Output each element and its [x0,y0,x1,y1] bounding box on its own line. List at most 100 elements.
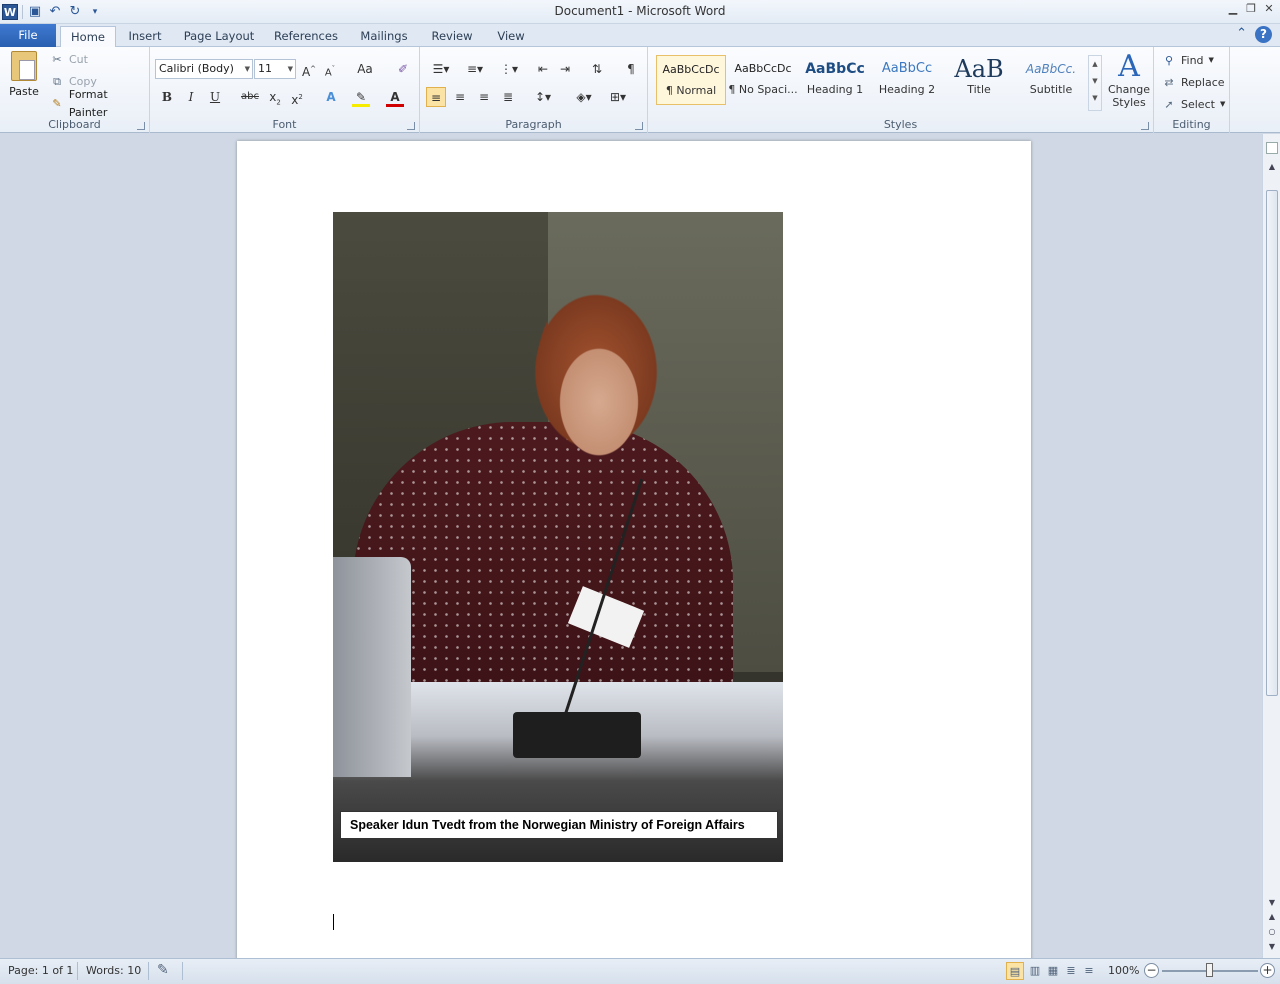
scroll-up-icon[interactable]: ▲ [1263,162,1280,171]
shading-icon[interactable]: ◈▾ [570,87,598,107]
tab-view[interactable]: View [490,26,532,47]
align-right-icon[interactable]: ≡ [474,87,494,107]
zoom-level[interactable]: 100% [1108,964,1139,977]
scroll-down-icon[interactable]: ▼ [1263,898,1280,907]
text-effects-icon[interactable]: A [322,87,340,107]
grow-font-icon[interactable]: A^ [300,59,318,79]
clipboard-group-label: Clipboard [48,118,101,131]
bold-button[interactable]: B [158,87,176,107]
change-styles-label-2: Styles [1112,96,1146,109]
chevron-down-icon: ▼ [1208,56,1214,64]
align-left-icon[interactable]: ≡ [426,87,446,107]
subscript-icon[interactable]: x2 [266,87,284,107]
minimize-icon[interactable]: ▁ [1226,2,1240,16]
format-painter-button[interactable]: ✎ Format Painter [50,88,149,119]
web-layout-icon[interactable]: ▦ [1044,962,1062,980]
font-launcher-icon[interactable] [407,122,415,130]
style-subtitle[interactable]: AaBbCc. Subtitle [1016,55,1086,105]
close-icon[interactable]: ✕ [1262,2,1276,16]
clipboard-launcher-icon[interactable] [137,122,145,130]
clear-formatting-icon[interactable]: ✐ [394,59,412,79]
more-styles-icon[interactable]: ▼ [1089,90,1101,107]
replace-button[interactable]: ⇄ Replace [1162,73,1224,91]
view-ruler-icon[interactable] [1266,142,1278,154]
photo-caption[interactable]: Speaker Idun Tvedt from the Norwegian Mi… [340,811,778,839]
full-screen-reading-icon[interactable]: ▥ [1026,962,1044,980]
styles-launcher-icon[interactable] [1141,122,1149,130]
paste-button[interactable]: Paste [6,51,42,98]
zoom-slider-thumb[interactable] [1206,963,1213,977]
align-center-icon[interactable]: ≡ [450,87,470,107]
status-divider [77,962,78,980]
numbering-icon[interactable]: ≡▾ [462,59,488,79]
style-heading-2[interactable]: AaBbCc Heading 2 [872,55,942,105]
tab-insert[interactable]: Insert [122,26,168,47]
restore-icon[interactable]: ❐ [1244,2,1258,16]
outline-icon[interactable]: ≣ [1062,962,1080,980]
chevron-up-icon[interactable]: ▲ [1089,56,1101,73]
increase-indent-icon[interactable]: ⇥ [556,59,574,79]
borders-icon[interactable]: ⊞▾ [604,87,632,107]
tab-page-layout[interactable]: Page Layout [180,26,258,47]
chevron-down-icon: ▼ [244,65,250,73]
status-bar: Page: 1 of 1 Words: 10 ✎ ▤ ▥ ▦ ≣ ≡ 100% … [0,958,1280,984]
tab-review[interactable]: Review [426,26,478,47]
document-area[interactable]: Speaker Idun Tvedt from the Norwegian Mi… [0,134,1262,958]
previous-page-icon[interactable]: ▲ [1263,912,1280,921]
font-name-select[interactable]: Calibri (Body) ▼ [155,59,253,79]
vertical-scrollbar[interactable]: ▲ ▼ ▲ ○ ▼ [1262,134,1280,958]
style-normal[interactable]: AaBbCcDc ¶ Normal [656,55,726,105]
justify-icon[interactable]: ≣ [498,87,518,107]
browse-object-icon[interactable]: ○ [1263,927,1280,936]
italic-button[interactable]: I [182,87,200,107]
highlight-icon[interactable]: ✎ [352,87,370,107]
bullets-icon[interactable]: ☰▾ [428,59,454,79]
zoom-out-icon[interactable]: − [1144,963,1159,978]
find-button[interactable]: ⚲ Find ▼ [1162,51,1214,69]
multilevel-list-icon[interactable]: ⋮▾ [496,59,522,79]
style-title[interactable]: AaB Title [944,55,1014,105]
decrease-indent-icon[interactable]: ⇤ [534,59,552,79]
select-button[interactable]: ➚ Select ▼ [1162,95,1225,113]
style-no-spacing[interactable]: AaBbCcDc ¶ No Spaci... [728,55,798,105]
help-icon[interactable]: ? [1255,26,1272,43]
print-layout-icon[interactable]: ▤ [1006,962,1024,980]
page-count[interactable]: Page: 1 of 1 [8,964,73,977]
proofing-icon[interactable]: ✎ [157,962,169,978]
style-heading-1[interactable]: AaBbCc Heading 1 [800,55,870,105]
font-name-value: Calibri (Body) [159,62,234,75]
font-color-icon[interactable]: A [386,87,404,107]
speaker-photo[interactable]: Speaker Idun Tvedt from the Norwegian Mi… [333,212,783,862]
window-title: Document1 - Microsoft Word [554,4,726,18]
paragraph-launcher-icon[interactable] [635,122,643,130]
zoom-in-icon[interactable]: + [1260,963,1275,978]
next-page-icon[interactable]: ▼ [1263,942,1280,951]
shrink-font-icon[interactable]: Aˇ [322,59,338,79]
chevron-down-icon[interactable]: ▼ [1089,73,1101,90]
tab-references[interactable]: References [270,26,342,47]
document-page[interactable]: Speaker Idun Tvedt from the Norwegian Mi… [237,141,1031,958]
line-spacing-icon[interactable]: ↕▾ [530,87,556,107]
window-controls: ▁ ❐ ✕ [1226,2,1276,16]
show-marks-button[interactable]: ¶ [622,59,640,79]
sort-icon[interactable]: ⇅ [588,59,606,79]
chevron-down-icon: ▼ [287,65,293,73]
superscript-icon[interactable]: x2 [288,87,306,107]
styles-gallery-scroll[interactable]: ▲ ▼ ▼ [1088,55,1102,111]
format-painter-label: Format Painter [68,88,108,119]
tab-mailings[interactable]: Mailings [354,26,414,47]
underline-button[interactable]: U [206,87,224,107]
tab-file[interactable]: File [0,24,56,47]
cut-button[interactable]: ✂ Cut [50,51,88,69]
change-styles-button[interactable]: A Change Styles [1106,51,1152,110]
change-case-button[interactable]: Aa [354,59,376,79]
word-count[interactable]: Words: 10 [86,964,141,977]
strikethrough-button[interactable]: abc [238,87,262,107]
style-sample: AaB [954,55,1004,83]
minimize-ribbon-icon[interactable]: ⌃ [1236,26,1247,43]
scroll-thumb[interactable] [1266,190,1278,696]
tab-home[interactable]: Home [60,26,116,48]
draft-icon[interactable]: ≡ [1080,962,1098,980]
font-group-label: Font [272,118,297,131]
font-size-select[interactable]: 11 ▼ [254,59,296,79]
